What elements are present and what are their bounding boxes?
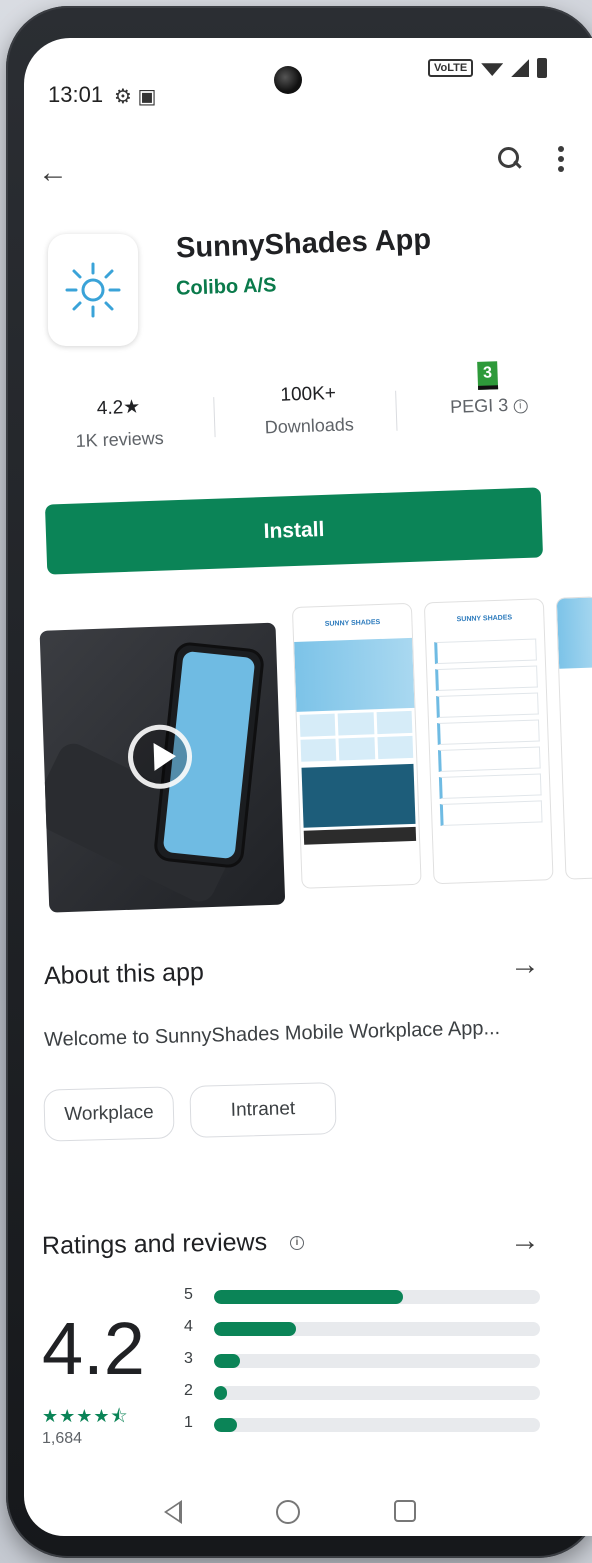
reviews-label: 1K reviews [75,427,164,451]
rating-count: 1,684 [42,1430,83,1447]
sun-icon [65,262,121,318]
rating-stat: 4.2★ 1K reviews [63,395,175,453]
rating-bar-label: 4 [184,1318,193,1335]
screenshot-carousel[interactable]: SUNNY SHADES SUNNY SHADES [39,593,592,913]
rating-bar-row: 3 [184,1350,544,1370]
downloads-value: 100K+ [280,382,337,406]
shot-list-row [438,773,542,799]
downloads-label: Downloads [264,414,355,438]
shot-brand: SUNNY SHADES [324,618,381,628]
screenshot-3[interactable]: SUNNY SHADES [424,599,553,884]
rating-bar-fill [214,1418,237,1432]
phone-frame: 13:01 ⚙ ▣ VoLTE ← SunnyShades App Colibo… [6,6,592,1558]
rating-bar-label: 3 [184,1350,193,1367]
navigation-bar [24,1494,592,1534]
rating-bar-track [214,1418,540,1432]
shot-tiles [297,708,417,765]
status-time: 13:01 [48,82,104,107]
rating-bar-track [214,1386,540,1400]
downloads-stat: 100K+ Downloads [243,382,375,440]
pegi-stat[interactable]: 3 PEGI 3 i [432,360,544,419]
ratings-arrow-icon[interactable]: → [510,1224,540,1258]
info-icon[interactable]: i [513,399,528,414]
shot-list-row [437,719,540,746]
rating-bar-row: 1 [184,1414,544,1434]
shot-hero-image [294,637,415,712]
chip-intranet[interactable]: Intranet [189,1082,337,1138]
stat-divider [395,390,398,431]
promo-video[interactable] [39,622,286,913]
top-actions [498,146,564,172]
rating-bar-row: 4 [184,1318,544,1338]
nav-recent-apps-icon[interactable] [394,1500,416,1522]
rating-bar-track [214,1290,540,1304]
rating-bar-track [214,1322,540,1336]
nav-home-icon[interactable] [276,1500,300,1524]
screenshot-4[interactable] [556,597,592,879]
developer-link[interactable]: Colibo A/S [176,274,277,300]
about-description: Welcome to SunnyShades Mobile Workplace … [43,1017,501,1051]
rating-bar-fill [214,1322,296,1336]
rating-bar-row: 5 [184,1286,544,1306]
shot-list-row [434,638,537,665]
back-arrow-icon[interactable]: ← [38,156,68,190]
status-bar: 13:01 ⚙ ▣ VoLTE [24,38,592,128]
app-icon [48,234,138,346]
screenshot-2[interactable]: SUNNY SHADES [292,603,421,888]
average-rating: 4.2 [42,1307,145,1390]
rating-bar-label: 5 [184,1286,193,1303]
chip-workplace[interactable]: Workplace [43,1086,175,1142]
info-icon[interactable]: i [290,1236,304,1250]
rating-bar-row: 2 [184,1382,544,1402]
app-title: SunnyShades App [175,223,432,265]
shot-list-row [439,800,543,826]
wifi-icon [481,63,504,76]
rating-bar-track [214,1354,540,1368]
about-arrow-icon[interactable]: → [510,948,540,982]
shot-list-row [435,665,538,692]
shot-hero-image [556,597,592,669]
rating-bar-fill [214,1290,403,1304]
app-stats: 4.2★ 1K reviews 100K+ Downloads 3 PEGI 3… [42,359,565,477]
rating-bar-fill [214,1386,227,1400]
shot-brand: SUNNY SHADES [456,613,513,623]
notification-icons: ⚙ ▣ [114,86,157,108]
front-camera [274,66,302,94]
pegi-badge-icon: 3 [432,360,543,392]
shot-panel [301,763,416,828]
install-button[interactable]: Install [44,487,544,575]
about-title: About this app [43,957,205,991]
signal-icon [511,59,530,77]
shot-list-row [436,692,539,719]
rating-bar-label: 1 [184,1414,193,1431]
nav-back-icon[interactable] [164,1500,182,1524]
shot-footer [303,826,417,845]
screen: 13:01 ⚙ ▣ VoLTE ← SunnyShades App Colibo… [24,38,592,1536]
stat-divider [213,397,216,438]
shot-list-row [437,746,541,773]
search-icon[interactable] [498,147,522,171]
volte-icon: VoLTE [428,59,474,77]
status-icons: VoLTE [428,58,548,78]
more-options-icon[interactable] [558,146,564,172]
rating-bar-label: 2 [184,1382,193,1399]
pegi-label: PEGI 3 i [433,394,544,419]
rating-value: 4.2★ [96,396,141,420]
battery-icon [537,58,548,78]
rating-bar-fill [214,1354,240,1368]
ratings-title: Ratings and reviews [41,1228,268,1260]
